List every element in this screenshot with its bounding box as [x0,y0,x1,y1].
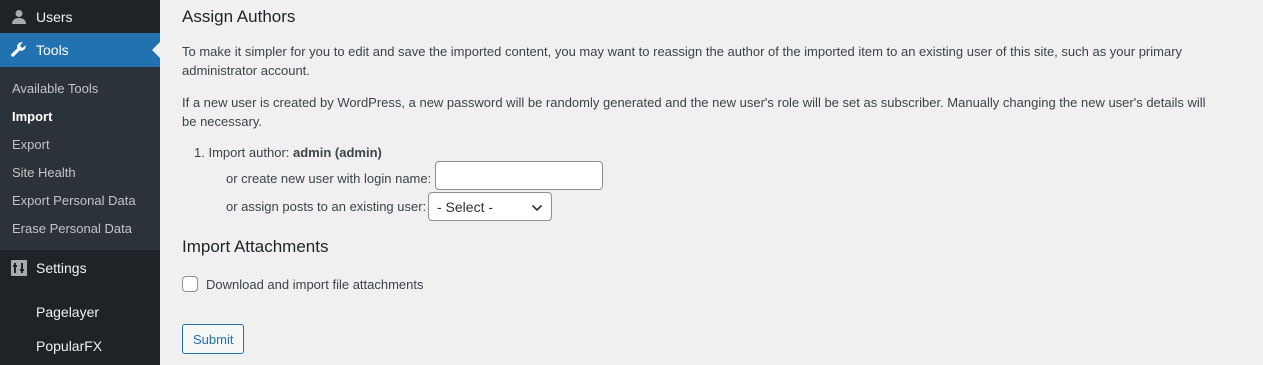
submenu-export[interactable]: Export [12,137,50,152]
existing-user-selected-value: - Select - [437,198,494,215]
tools-submenu: Available Tools Import Export Site Healt… [0,67,160,250]
menu-item-popularfx[interactable]: PopularFX [0,329,160,363]
menu-item-pagelayer[interactable]: Pagelayer [0,295,160,329]
submenu-export-personal-data[interactable]: Export Personal Data [12,193,136,208]
menu-label-settings: Settings [36,260,87,276]
import-attachments-heading: Import Attachments [182,237,329,256]
new-user-label: or create new user with login name: [226,171,432,186]
submenu-import[interactable]: Import [12,109,52,124]
menu-item-settings[interactable]: Settings [0,251,160,285]
menu-label-popularfx: PopularFX [36,338,103,354]
admin-sidebar: Users Tools Available Tools Import Expor… [0,0,160,365]
menu-label-pagelayer: Pagelayer [36,304,100,320]
submit-button[interactable]: Submit [182,324,245,354]
existing-user-select[interactable]: - Select - [428,192,552,221]
assign-authors-description: To make it simpler for you to edit and s… [182,44,1183,78]
download-attachments-checkbox[interactable] [182,276,198,292]
submenu-erase-personal-data[interactable]: Erase Personal Data [12,221,132,236]
menu-item-users[interactable]: Users [0,0,160,33]
submenu-available-tools[interactable]: Available Tools [12,81,98,96]
assign-authors-heading: Assign Authors [182,7,296,26]
wrench-icon [10,41,28,59]
settings-icon [10,259,28,277]
new-user-description: If a new user is created by WordPress, a… [182,95,1206,129]
menu-item-tools[interactable]: Tools [0,33,160,67]
existing-user-label: or assign posts to an existing user: [226,199,427,214]
menu-label-tools: Tools [36,42,69,58]
download-attachments-label[interactable]: Download and import file attachments [206,277,424,292]
new-user-login-input[interactable] [435,161,603,190]
menu-label-users: Users [36,8,73,25]
user-icon [10,8,28,26]
submenu-site-health[interactable]: Site Health [12,165,76,180]
import-author-prefix: 1. Import author: [194,145,293,160]
chevron-down-icon [531,201,543,213]
import-author-name: admin (admin) [293,145,382,160]
import-author-line: 1. Import author: admin (admin) [194,145,382,160]
